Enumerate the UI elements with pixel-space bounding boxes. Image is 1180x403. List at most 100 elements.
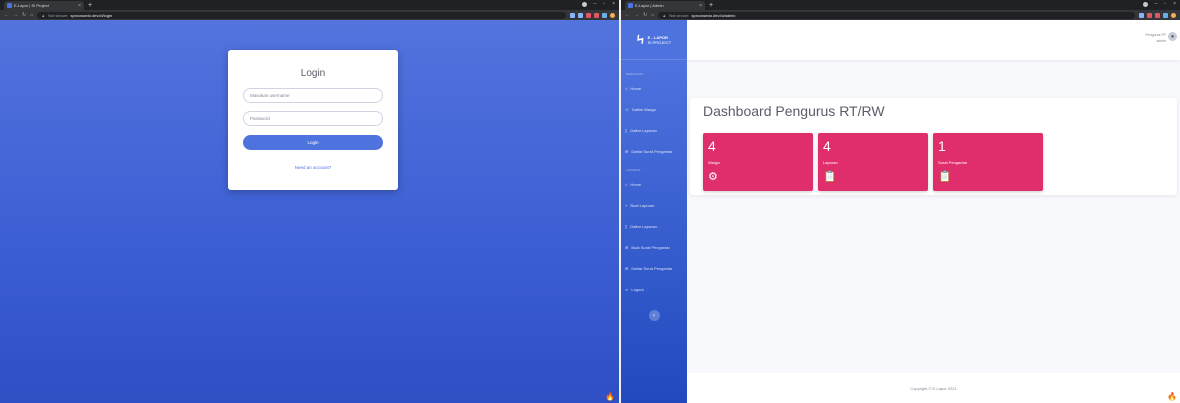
extension-icon[interactable] (1155, 12, 1160, 18)
address-bar: ← → ↻ ⌂ ▲ Not secure sprocssedo.dev.id/a… (621, 10, 1180, 20)
stat-value: 4 (823, 138, 831, 154)
topbar: Pengurus RT admin ● (687, 20, 1180, 60)
sidebar: ϟ E - LAPOR SI PROJECT PENGURUS ⌂ Home ☺ D… (621, 20, 687, 403)
maximize-icon[interactable]: ▫ (1164, 1, 1166, 7)
mail-icon: ✉ (625, 149, 629, 154)
minimize-icon[interactable]: – (594, 1, 597, 7)
username-input[interactable]: Masukan username (243, 88, 383, 103)
warning-icon: ▲ (662, 12, 667, 18)
home-icon[interactable]: ⌂ (651, 12, 654, 18)
extension-icon[interactable] (602, 12, 607, 18)
sidebar-item-buat-laporan[interactable]: + Buat Laporan (621, 195, 687, 216)
key-icon[interactable] (570, 12, 575, 18)
browser-tab[interactable]: E-Lapor | SI Project × (4, 1, 84, 10)
minimize-icon[interactable]: – (1155, 1, 1158, 7)
new-tab-icon[interactable]: + (88, 1, 92, 10)
file-icon: ▯ (625, 224, 628, 229)
sidebar-heading: PENGURUS (626, 72, 644, 76)
sidebar-item-home[interactable]: ⌂ Home (621, 78, 687, 99)
profile-icon[interactable] (1142, 1, 1148, 7)
tab-title: E-Lapor | SI Project (14, 3, 49, 8)
sidebar-item-daftar-laporan-2[interactable]: ▯ Daftar Laporan (621, 216, 687, 237)
sidebar-item-daftar-surat-pengantar[interactable]: ✉ Daftar Surat Pengantar (621, 141, 687, 162)
close-tab-icon[interactable]: × (78, 3, 81, 9)
user-info[interactable]: Pengurus RT admin (1145, 32, 1166, 44)
sidebar-item-label: Daftar Laporan (630, 224, 657, 229)
stat-card-warga[interactable]: 4 Warga ⚙ (703, 133, 813, 191)
stat-label: Surat Pengantar (938, 160, 968, 165)
admin-app: ϟ E - LAPOR SI PROJECT PENGURUS ⌂ Home ☺ D… (621, 20, 1180, 403)
mail-icon: ✉ (625, 245, 629, 250)
stat-label: Laporan (823, 160, 838, 165)
brand-text: E - LAPOR SI PROJECT (648, 35, 672, 45)
stat-card-surat-pengantar[interactable]: 1 Surat Pengantar 📋 (933, 133, 1043, 191)
extension-icon[interactable] (1147, 12, 1152, 18)
profile-icon[interactable] (581, 1, 587, 7)
star-icon[interactable] (578, 12, 583, 18)
login-button[interactable]: Login (243, 135, 383, 150)
file-icon: ▯ (625, 128, 628, 133)
stat-label: Warga (708, 160, 720, 165)
sidebar-item-label: Logout (631, 287, 644, 292)
fire-icon[interactable]: 🔥 (605, 392, 615, 401)
sidebar-item-buat-surat-pengantar[interactable]: ✉ Buat Surat Pengantar (621, 237, 687, 258)
sidebar-toggle-button[interactable]: ‹ (648, 310, 660, 321)
dashboard-panel: Dashboard Pengurus RT/RW 4 Warga ⚙ 4 Lap… (690, 98, 1177, 195)
clipboard-icon: 📋 (938, 171, 952, 183)
maximize-icon[interactable]: ▫ (603, 1, 605, 7)
tab-title: E-Lapor | Admin (635, 3, 664, 8)
url-input[interactable]: ▲ Not secure sprocssedo.dev.id/admin (658, 11, 1135, 19)
forward-icon[interactable]: → (634, 12, 639, 18)
sidebar-item-daftar-laporan[interactable]: ▯ Daftar Laporan (621, 120, 687, 141)
stat-card-laporan[interactable]: 4 Laporan 📋 (818, 133, 928, 191)
home-icon: ⌂ (625, 182, 628, 187)
address-bar: ← → ↻ ⌂ ▲ Not secure sprocssedo.dev.id/l… (0, 10, 619, 20)
close-window-icon[interactable]: × (612, 1, 615, 7)
url-text: sprocssedo.dev.id/login (70, 12, 113, 18)
new-tab-icon[interactable]: + (709, 1, 713, 10)
sidebar-item-label: Home (630, 86, 642, 91)
stat-value: 1 (938, 138, 946, 154)
sidebar-item-label: Buat Surat Pengantar (631, 245, 670, 250)
security-label: Not secure (48, 12, 68, 18)
window-controls: – ▫ × (1142, 1, 1176, 7)
password-input[interactable]: Password (243, 111, 383, 126)
need-account-link[interactable]: Need an account? (228, 165, 398, 170)
extension-icon[interactable] (586, 12, 591, 18)
sidebar-item-daftar-surat-pengantar-2[interactable]: ✉ Daftar Surat Pengantar (621, 258, 687, 279)
extension-icon[interactable] (1163, 12, 1168, 18)
star-icon[interactable] (1139, 12, 1144, 18)
users-icon: ☺ (625, 107, 630, 112)
extensions (570, 12, 615, 18)
browser-tab[interactable]: E-Lapor | Admin × (625, 1, 705, 10)
close-tab-icon[interactable]: × (699, 3, 702, 9)
home-icon: ⌂ (625, 86, 628, 91)
main-content: Pengurus RT admin ● Dashboard Pengurus R… (687, 20, 1180, 403)
extension-icon[interactable] (594, 12, 599, 18)
reload-icon[interactable]: ↻ (22, 12, 26, 18)
login-title: Login (300, 68, 326, 79)
avatar-icon[interactable] (1171, 12, 1176, 18)
forward-icon[interactable]: → (13, 12, 18, 18)
reload-icon[interactable]: ↻ (643, 12, 647, 18)
login-background: Login Masukan username Password Login Ne… (0, 20, 619, 403)
url-input[interactable]: ▲ Not secure sprocssedo.dev.id/login (37, 11, 566, 19)
sidebar-brand[interactable]: ϟ E - LAPOR SI PROJECT (621, 20, 687, 60)
favicon-icon (7, 3, 12, 8)
mail-icon: ✉ (625, 266, 629, 271)
close-window-icon[interactable]: × (1173, 1, 1176, 7)
extensions (1139, 12, 1176, 18)
warning-icon: ▲ (41, 12, 46, 18)
sidebar-item-logout[interactable]: ⇦ Logout (621, 279, 687, 300)
sidebar-item-daftar-warga[interactable]: ☺ Daftar Warga (621, 99, 687, 120)
home-icon[interactable]: ⌂ (30, 12, 33, 18)
url-text: sprocssedo.dev.id/admin (691, 12, 736, 18)
fire-icon[interactable]: 🔥 (1167, 392, 1177, 401)
brand-line1: E - LAPOR (647, 34, 668, 40)
back-icon[interactable]: ← (4, 12, 9, 18)
avatar-icon[interactable] (610, 12, 615, 18)
avatar[interactable]: ● (1168, 32, 1177, 41)
back-icon[interactable]: ← (625, 12, 630, 18)
sidebar-item-home-2[interactable]: ⌂ Home (621, 174, 687, 195)
tab-strip: E-Lapor | SI Project × + – ▫ × (0, 0, 619, 10)
